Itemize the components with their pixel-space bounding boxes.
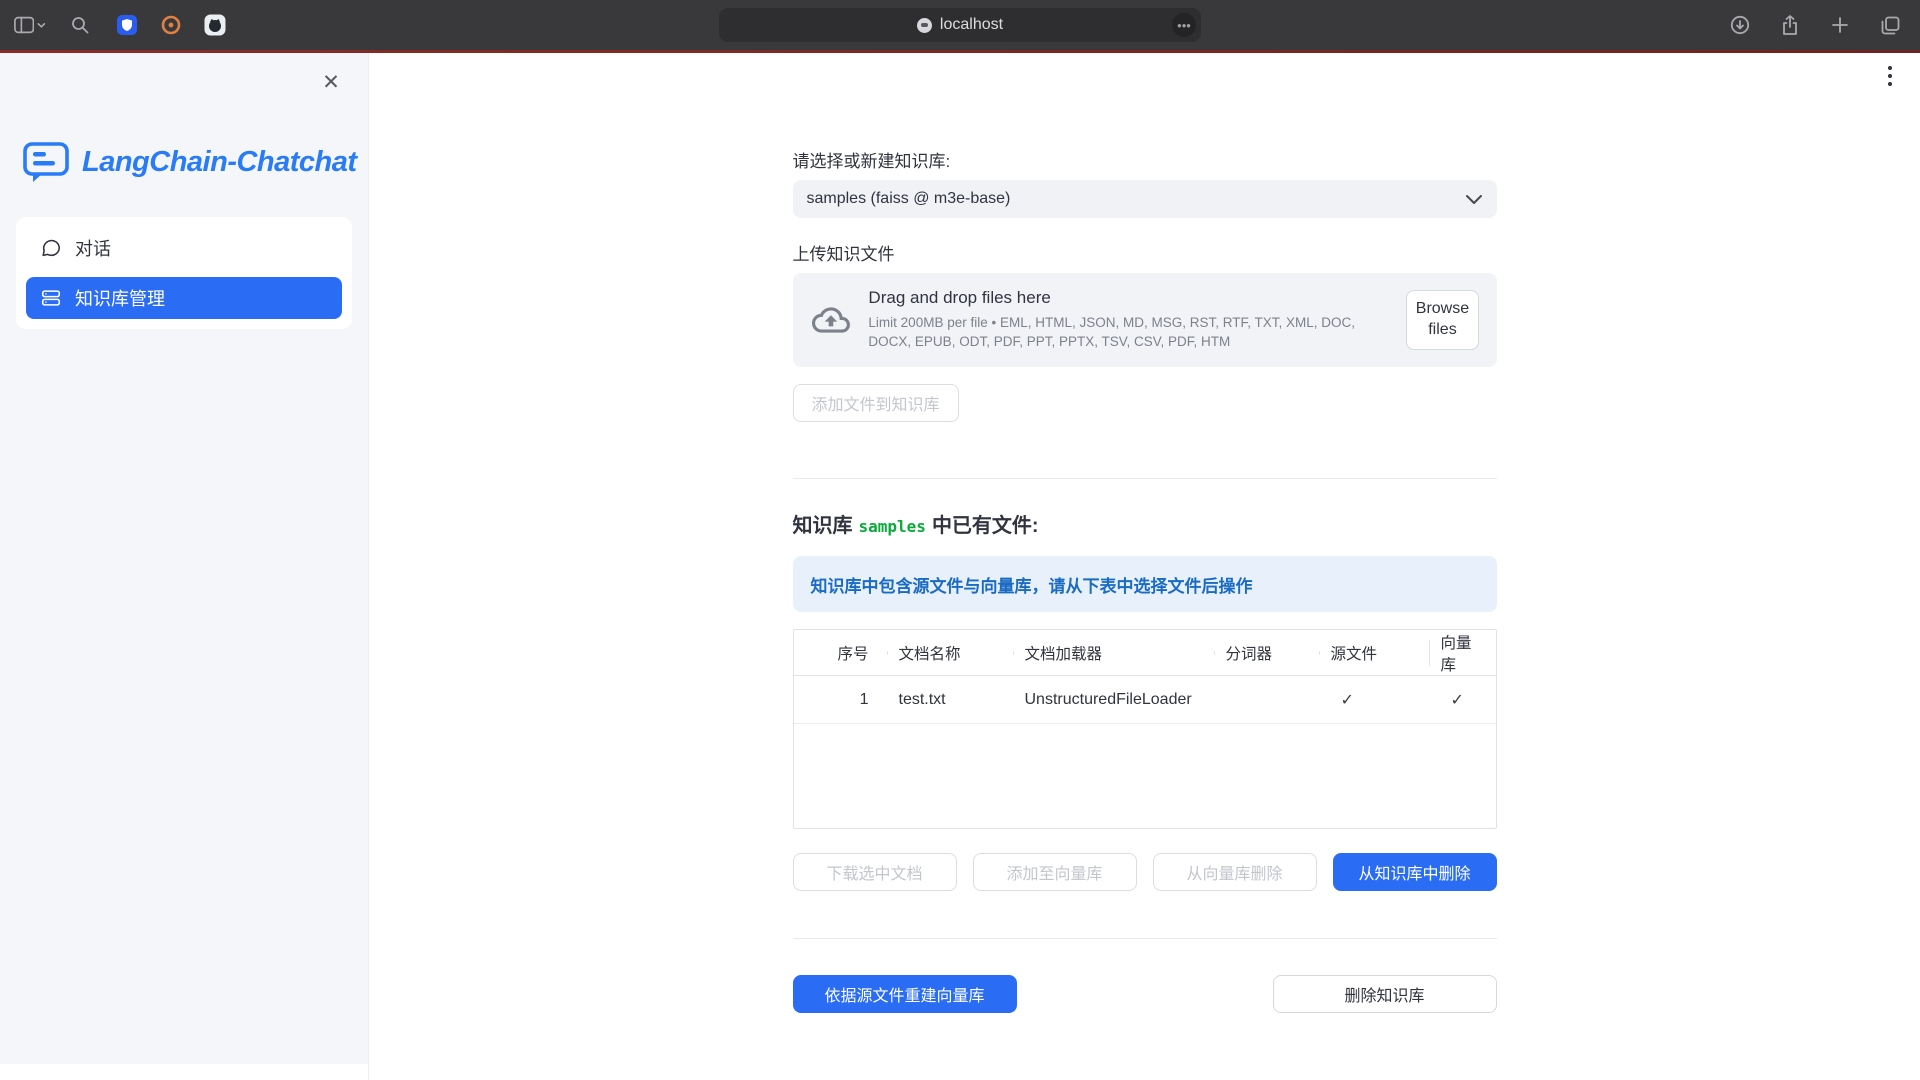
table-header-row: 序号 文档名称 文档加载器 分词器 源文件 向量库	[794, 630, 1496, 676]
remove-from-vector-button[interactable]: 从向量库删除	[1153, 853, 1317, 891]
cell-vector-check: ✓	[1429, 690, 1496, 710]
table-header-vector[interactable]: 向量库	[1429, 631, 1496, 675]
uploader-texts: Drag and drop files here Limit 200MB per…	[868, 288, 1388, 352]
file-actions-row: 下载选中文档 添加至向量库 从向量库删除 从知识库中删除	[793, 853, 1497, 891]
main-area: 请选择或新建知识库: samples (faiss @ m3e-base) 上传…	[369, 53, 1920, 1080]
tab-overview-icon[interactable]	[1874, 10, 1906, 40]
add-files-button[interactable]: 添加文件到知识库	[793, 384, 959, 422]
cell-index: 1	[794, 691, 887, 709]
app-menu-icon[interactable]	[1876, 61, 1904, 91]
browse-files-button[interactable]: Browse files	[1406, 290, 1478, 350]
address-extensions-badge[interactable]: •••	[1172, 13, 1196, 37]
kb-files-heading: 知识库 samples 中已有文件:	[793, 509, 1497, 538]
app-logo: LangChain-Chatchat	[22, 141, 368, 183]
add-to-vector-button[interactable]: 添加至向量库	[973, 853, 1137, 891]
downloads-icon[interactable]	[1724, 10, 1756, 40]
download-selected-button[interactable]: 下载选中文档	[793, 853, 957, 891]
sidebar-bottom-strip	[0, 1064, 368, 1080]
cell-file-name: test.txt	[887, 691, 1013, 709]
cell-source-check: ✓	[1319, 690, 1429, 710]
streamlit-decoration-bar	[0, 50, 1920, 53]
address-url: localhost	[940, 16, 1003, 34]
files-table: 序号 文档名称 文档加载器 分词器 源文件 向量库 1 test.txt Uns…	[793, 629, 1497, 829]
content-column: 请选择或新建知识库: samples (faiss @ m3e-base) 上传…	[793, 53, 1497, 1013]
record-extension-icon[interactable]	[158, 12, 184, 38]
toolbar-left-group	[14, 10, 228, 40]
sidebar-item-dialogue[interactable]: 对话	[26, 227, 342, 269]
shield-extension-icon[interactable]	[114, 12, 140, 38]
table-header-index[interactable]: 序号	[794, 642, 887, 664]
site-favicon	[917, 18, 932, 33]
logo-chat-icon	[22, 141, 70, 183]
kb-select-value: samples (faiss @ m3e-base)	[807, 190, 1011, 208]
table-row[interactable]: 1 test.txt UnstructuredFileLoader ✓ ✓	[794, 676, 1496, 724]
kb-actions-row: 依据源文件重建向量库 删除知识库	[793, 975, 1497, 1013]
delete-knowledge-base-button[interactable]: 删除知识库	[1273, 975, 1497, 1013]
divider	[793, 938, 1497, 939]
upload-label: 上传知识文件	[793, 240, 1497, 265]
kb-select[interactable]: samples (faiss @ m3e-base)	[793, 180, 1497, 218]
sidebar-item-label: 对话	[75, 235, 111, 261]
sidebar-item-knowledge-base[interactable]: 知识库管理	[26, 277, 342, 319]
chevron-down-icon	[1465, 194, 1483, 205]
cloud-upload-icon	[811, 301, 851, 339]
sidebar: ✕ LangChain-Chatchat 对话 知识库管理	[0, 53, 369, 1080]
sidebar-toggle-icon[interactable]	[14, 10, 46, 40]
file-uploader-dropzone[interactable]: Drag and drop files here Limit 200MB per…	[793, 273, 1497, 367]
knowledge-base-icon	[40, 287, 62, 309]
browser-toolbar: localhost •••	[0, 0, 1920, 50]
new-tab-icon[interactable]	[1824, 10, 1856, 40]
delete-from-kb-button[interactable]: 从知识库中删除	[1333, 853, 1497, 891]
table-header-splitter[interactable]: 分词器	[1214, 642, 1319, 664]
kb-select-label: 请选择或新建知识库:	[793, 147, 1497, 172]
app-logo-text: LangChain-Chatchat	[82, 146, 357, 179]
kb-heading-suffix: 中已有文件:	[932, 515, 1039, 537]
divider	[793, 478, 1497, 479]
table-empty-area	[794, 724, 1496, 828]
search-icon[interactable]	[64, 10, 96, 40]
uploader-title: Drag and drop files here	[868, 288, 1388, 308]
table-header-loader[interactable]: 文档加载器	[1013, 642, 1214, 664]
share-icon[interactable]	[1774, 10, 1806, 40]
address-bar[interactable]: localhost •••	[719, 8, 1201, 42]
kb-name-code: samples	[859, 517, 926, 536]
cell-loader: UnstructuredFileLoader	[1013, 691, 1214, 709]
sidebar-nav: 对话 知识库管理	[16, 217, 352, 329]
info-message: 知识库中包含源文件与向量库，请从下表中选择文件后操作	[793, 556, 1497, 612]
sidebar-close-icon[interactable]: ✕	[316, 67, 346, 97]
kb-heading-prefix: 知识库	[793, 515, 853, 537]
sidebar-item-label: 知识库管理	[75, 285, 165, 311]
toolbar-right-group	[1724, 10, 1906, 40]
table-header-source[interactable]: 源文件	[1319, 642, 1429, 664]
rebuild-vector-store-button[interactable]: 依据源文件重建向量库	[793, 975, 1017, 1013]
github-extension-icon[interactable]	[202, 12, 228, 38]
chat-bubble-icon	[40, 237, 62, 259]
info-message-text: 知识库中包含源文件与向量库，请从下表中选择文件后操作	[811, 572, 1253, 597]
table-header-name[interactable]: 文档名称	[887, 642, 1013, 664]
uploader-limit-text: Limit 200MB per file • EML, HTML, JSON, …	[868, 314, 1388, 352]
